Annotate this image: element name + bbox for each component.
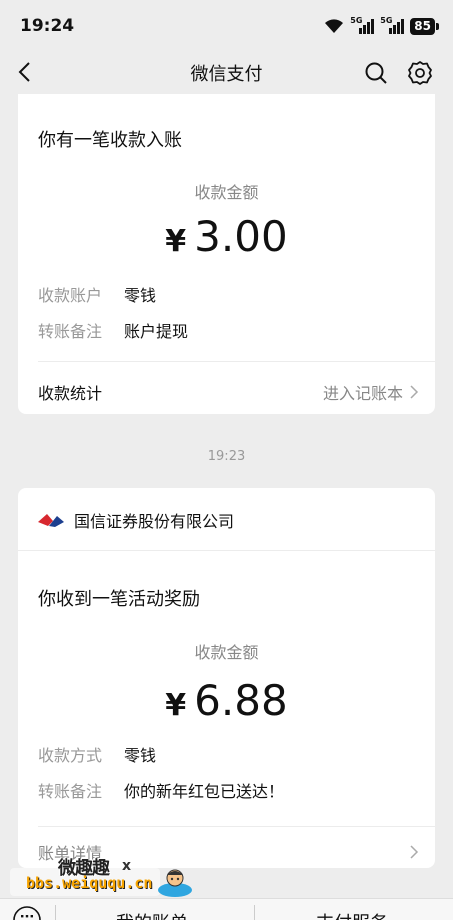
signal-1-icon: 5G <box>350 16 375 34</box>
detail-value: 零钱 <box>124 746 157 765</box>
currency-symbol: ¥ <box>165 224 187 259</box>
watermark-mark: x <box>122 858 132 874</box>
nav-bar: 微信支付 <box>0 52 453 94</box>
income-card-2[interactable]: 国信证券股份有限公司 你收到一笔活动奖励 收款金额 ¥ 6.88 收款方式 零钱… <box>18 488 435 868</box>
amount-label: 收款金额 <box>194 183 259 202</box>
chevron-right-icon <box>410 385 419 399</box>
card-heading: 你收到一笔活动奖励 <box>38 589 200 610</box>
status-indicators: 5G 5G 85 <box>324 16 439 35</box>
detail-value: 账户提现 <box>124 322 189 341</box>
chevron-right-icon <box>410 845 419 859</box>
wifi-icon <box>325 19 344 33</box>
detail-row: 转账备注 账户提现 <box>38 318 188 342</box>
ledger-link[interactable]: 进入记账本 <box>323 380 419 404</box>
currency-symbol: ¥ <box>165 688 187 723</box>
detail-key: 收款账户 <box>38 286 103 305</box>
divider <box>18 550 435 551</box>
amount-label: 收款金额 <box>194 643 259 662</box>
detail-key: 收款方式 <box>38 746 103 765</box>
gear-icon[interactable] <box>406 59 434 87</box>
detail-value: 零钱 <box>124 286 157 305</box>
keyboard-icon[interactable] <box>12 905 42 920</box>
sender-name: 国信证券股份有限公司 <box>74 512 235 531</box>
message-timestamp: 19:23 <box>207 449 246 464</box>
detail-row: 收款账户 零钱 <box>38 282 156 306</box>
back-arrow-icon[interactable] <box>14 60 38 84</box>
detail-row: 收款方式 零钱 <box>38 742 156 766</box>
tab-separator <box>254 905 255 920</box>
tab-my-bills[interactable]: 我的账单 <box>116 909 188 920</box>
divider <box>38 361 435 362</box>
guosen-logo-icon <box>38 514 64 527</box>
tab-separator <box>55 905 56 920</box>
amount-value: 3.00 <box>194 212 288 261</box>
network-2-label: 5G <box>380 16 393 25</box>
amount: ¥ 6.88 <box>18 676 435 725</box>
card-heading: 你有一笔收款入账 <box>38 130 182 151</box>
search-icon[interactable] <box>363 60 389 86</box>
detail-value: 你的新年红包已送达！ <box>124 782 285 801</box>
watermark-url: bbs.weiququ.cn <box>26 874 153 892</box>
detail-key: 转账备注 <box>38 782 103 801</box>
signal-2-icon: 5G <box>380 16 405 34</box>
network-1-label: 5G <box>350 16 363 25</box>
amount-value: 6.88 <box>194 676 288 725</box>
divider <box>38 826 435 827</box>
status-bar: 19:24 5G 5G 85 <box>0 0 453 52</box>
income-card-1[interactable]: 你有一笔收款入账 收款金额 ¥ 3.00 收款账户 零钱 转账备注 账户提现 收… <box>18 94 435 414</box>
status-time: 19:24 <box>20 16 75 36</box>
page-title: 微信支付 <box>190 64 263 85</box>
sender-header[interactable]: 国信证券股份有限公司 <box>38 508 234 532</box>
watermark: 微趣趣 x bbs.weiququ.cn <box>0 840 205 900</box>
battery-indicator: 85 <box>410 17 439 35</box>
mascot-icon <box>158 869 192 897</box>
tab-payment-services[interactable]: 支付服务 <box>316 909 388 920</box>
bottom-tab-bar: 我的账单 支付服务 <box>0 898 453 920</box>
stats-link-row[interactable]: 收款统计 进入记账本 <box>38 380 419 404</box>
detail-row: 转账备注 你的新年红包已送达！ <box>38 778 284 802</box>
amount: ¥ 3.00 <box>18 212 435 261</box>
stats-label: 收款统计 <box>38 384 103 403</box>
ledger-link-label: 进入记账本 <box>322 384 403 403</box>
detail-key: 转账备注 <box>38 322 103 341</box>
